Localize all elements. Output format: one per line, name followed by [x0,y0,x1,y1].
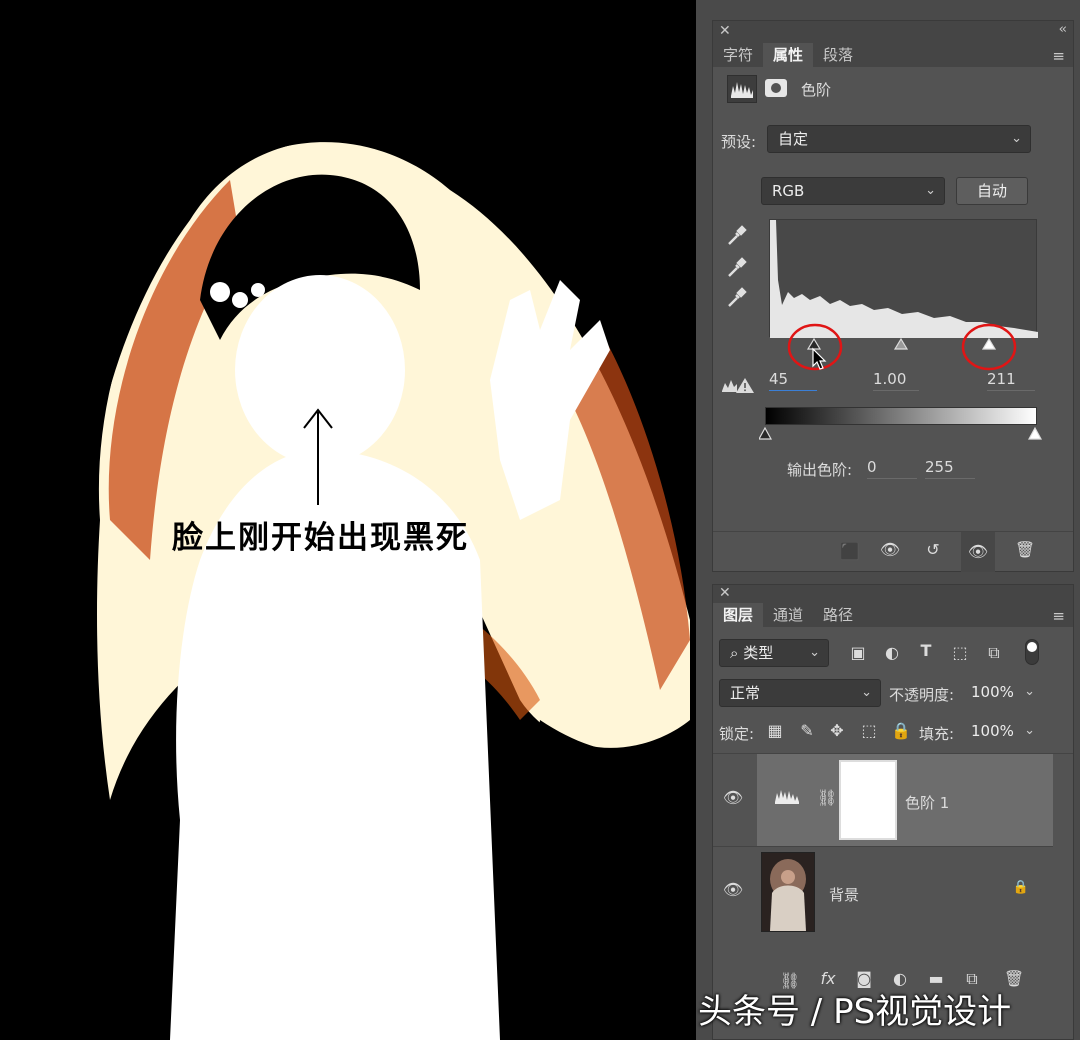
white-eyedropper-icon[interactable] [725,287,747,309]
layer-filter-select[interactable]: ⌕ 类型 ⌄ [719,639,829,667]
auto-button[interactable]: 自动 [956,177,1028,205]
watermark: 头条号 / PS视觉设计 [698,992,1012,1032]
chevron-down-icon: ⌄ [1024,684,1035,699]
trash-icon[interactable]: 🗑 [1011,540,1039,559]
chevron-down-icon: ⌄ [809,645,820,660]
view-previous-icon[interactable]: 👁 [875,540,905,559]
output-gradient [765,407,1037,425]
tab-paragraph[interactable]: 段落 [813,43,863,67]
output-black-field[interactable]: 0 [867,457,917,479]
lock-all-icon[interactable]: 🔒 [891,721,911,740]
clip-to-layer-icon[interactable]: ⬛ [835,542,865,561]
properties-tabs: 字符 属性 段落 ≡ [713,43,1073,67]
type-filter-icon[interactable]: T [915,641,937,660]
visibility-toggle-icon[interactable]: 👁 [961,532,995,572]
chevron-down-icon: ⌄ [1024,723,1035,738]
layers-panel: ✕ 图层 通道 路径 ≡ ⌕ 类型 ⌄ ▣ ◐ T ⬚ ⧉ 正常 ⌄ 不透明度:… [712,584,1074,1040]
fill-label: 填充: [919,725,955,743]
filter-value: 类型 [743,644,774,662]
properties-panel-topbar: ✕ ‹‹ [713,21,1073,43]
tab-paths[interactable]: 路径 [813,603,863,627]
layers-tabs: 图层 通道 路径 ≡ [713,603,1073,627]
eye-icon[interactable]: 👁 [721,880,745,899]
search-icon: ⌕ [730,644,739,662]
lock-artboard-icon[interactable]: ⬚ [859,721,879,740]
fill-field[interactable]: 100% ⌄ [961,718,1043,746]
filter-toggle[interactable] [1025,639,1039,665]
tab-properties[interactable]: 属性 [763,43,814,67]
opacity-value: 100% [971,683,1014,701]
mask-icon[interactable] [765,79,787,97]
lock-move-icon[interactable]: ✥ [827,721,847,740]
output-levels-label: 输出色阶: [787,461,853,479]
gray-eyedropper-icon[interactable] [725,257,747,279]
panel-dock: ✕ ‹‹ 字符 属性 段落 ≡ 色阶 预设: 自定 ⌄ RGB ⌄ 自动 45 … [696,0,1080,1040]
preset-select[interactable]: 自定 ⌄ [767,125,1031,153]
tab-character[interactable]: 字符 [713,43,763,67]
highlight-circle-white [961,323,1017,371]
shape-filter-icon[interactable]: ⬚ [949,643,971,662]
fill-value: 100% [971,722,1014,740]
input-gamma-field[interactable]: 1.00 [873,369,919,391]
smart-object-filter-icon[interactable]: ⧉ [983,643,1005,663]
panel-menu-icon[interactable]: ≡ [1052,607,1065,625]
black-eyedropper-icon[interactable] [725,225,747,247]
layer-name-background[interactable]: 背景 [829,884,859,905]
collapse-icon[interactable]: ‹‹ [1059,22,1068,37]
output-white-field[interactable]: 255 [925,457,975,479]
layers-panel-topbar: ✕ [713,585,1073,603]
reset-icon[interactable]: ↺ [919,540,947,559]
close-icon[interactable]: ✕ [719,23,731,39]
chevron-down-icon: ⌄ [925,183,936,198]
clipping-warning-icon[interactable] [721,375,755,399]
levels-adjustment-icon[interactable] [727,75,757,103]
opacity-label: 不透明度: [889,686,955,704]
layer-list: 👁 ⛓ 色阶 1 👁 背景 🔒 [713,753,1073,953]
blend-mode-select[interactable]: 正常 ⌄ [719,679,881,707]
layer-mask-thumbnail[interactable] [839,760,897,840]
preset-value: 自定 [778,130,809,148]
input-black-field[interactable]: 45 [769,369,817,391]
channel-value: RGB [772,182,805,200]
tab-layers[interactable]: 图层 [713,603,764,627]
close-icon[interactable]: ✕ [719,585,731,601]
chevron-down-icon: ⌄ [1011,131,1022,146]
background-layer-thumbnail[interactable] [761,852,815,932]
chevron-down-icon: ⌄ [861,685,872,700]
image-filter-icon[interactable]: ▣ [847,643,869,662]
adjustment-title: 色阶 [801,81,832,99]
layer-name-levels[interactable]: 色阶 1 [905,792,949,813]
levels-layer-icon [773,786,803,810]
eye-icon[interactable]: 👁 [721,788,745,807]
opacity-field[interactable]: 100% ⌄ [961,679,1043,707]
link-icon[interactable]: ⛓ [817,788,837,807]
lock-brush-icon[interactable]: ✎ [797,721,817,740]
output-sliders[interactable] [759,425,1043,443]
panel-menu-icon[interactable]: ≡ [1052,47,1065,65]
channel-select[interactable]: RGB ⌄ [761,177,945,205]
input-white-field[interactable]: 211 [987,369,1035,391]
blend-mode-value: 正常 [730,684,761,702]
mouse-cursor-icon [812,347,827,370]
properties-footer: ⬛ 👁 ↺ 👁 🗑 [713,531,1073,572]
annotation-text: 脸上刚开始出现黑死 [172,520,469,556]
tab-channels[interactable]: 通道 [763,603,813,627]
preset-label: 预设: [721,133,757,151]
lock-icon: 🔒 [1012,880,1030,895]
lock-transparent-icon[interactable]: ▦ [765,721,785,740]
lock-label: 锁定: [719,725,755,743]
document-canvas[interactable]: 脸上刚开始出现黑死 [0,0,696,1040]
properties-panel: ✕ ‹‹ 字符 属性 段落 ≡ 色阶 预设: 自定 ⌄ RGB ⌄ 自动 45 … [712,20,1074,572]
adjustment-filter-icon[interactable]: ◐ [881,643,903,662]
